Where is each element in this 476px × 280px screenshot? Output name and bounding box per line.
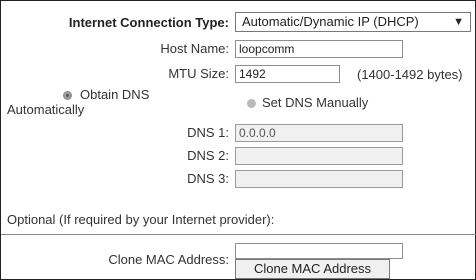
dns3-input[interactable] [235, 170, 403, 188]
host-name-input[interactable]: loopcomm [235, 40, 403, 58]
wan-settings-panel: Internet Connection Type: Automatic/Dyna… [0, 0, 476, 280]
set-dns-manually-radio[interactable] [247, 99, 256, 108]
mtu-size-hint: (1400-1492 bytes) [357, 67, 463, 82]
clone-mac-label: Clone MAC Address: [108, 252, 229, 267]
obtain-dns-label-line2: Automatically [7, 102, 85, 117]
set-dns-manually-label: Set DNS Manually [262, 95, 369, 110]
dns2-input[interactable] [235, 147, 403, 165]
dns2-label: DNS 2: [187, 148, 229, 163]
section-divider [1, 234, 476, 235]
connection-type-select[interactable]: Automatic/Dynamic IP (DHCP) ▼ [235, 12, 471, 32]
connection-type-label: Internet Connection Type: [68, 15, 229, 30]
dns3-label: DNS 3: [187, 171, 229, 186]
obtain-dns-radio[interactable] [63, 91, 72, 100]
obtain-dns-label: Obtain DNS [80, 87, 150, 102]
clone-mac-button[interactable]: Clone MAC Address [235, 259, 390, 279]
dns1-input[interactable]: 0.0.0.0 [235, 124, 403, 142]
mtu-size-label: MTU Size: [168, 66, 229, 81]
dns1-label: DNS 1: [187, 125, 229, 140]
clone-mac-input[interactable] [235, 243, 403, 259]
host-name-label: Host Name: [160, 41, 229, 56]
connection-type-value: Automatic/Dynamic IP (DHCP) [242, 14, 419, 29]
mtu-size-input[interactable]: 1492 [235, 65, 340, 83]
optional-note: Optional (If required by your Internet p… [7, 212, 275, 227]
dropdown-arrow-icon: ▼ [453, 16, 464, 28]
